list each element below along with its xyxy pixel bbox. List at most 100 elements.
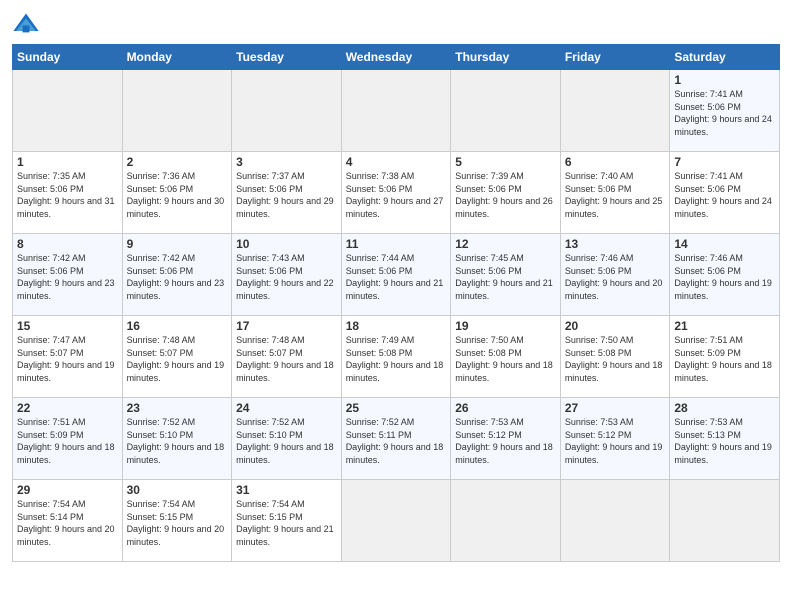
day-number: 16 xyxy=(127,319,228,333)
day-cell: 21 Sunrise: 7:51 AMSunset: 5:09 PMDaylig… xyxy=(670,316,780,398)
day-number: 13 xyxy=(565,237,666,251)
day-cell: 3 Sunrise: 7:37 AMSunset: 5:06 PMDayligh… xyxy=(232,152,342,234)
day-cell: 19 Sunrise: 7:50 AMSunset: 5:08 PMDaylig… xyxy=(451,316,561,398)
day-cell: 20 Sunrise: 7:50 AMSunset: 5:08 PMDaylig… xyxy=(560,316,670,398)
day-detail: Sunrise: 7:52 AMSunset: 5:11 PMDaylight:… xyxy=(346,416,447,466)
day-detail: Sunrise: 7:48 AMSunset: 5:07 PMDaylight:… xyxy=(236,334,337,384)
header-cell-monday: Monday xyxy=(122,45,232,70)
day-number: 25 xyxy=(346,401,447,415)
week-row-2: 8 Sunrise: 7:42 AMSunset: 5:06 PMDayligh… xyxy=(13,234,780,316)
day-number: 4 xyxy=(346,155,447,169)
day-cell: 16 Sunrise: 7:48 AMSunset: 5:07 PMDaylig… xyxy=(122,316,232,398)
day-cell xyxy=(560,480,670,562)
day-detail: Sunrise: 7:51 AMSunset: 5:09 PMDaylight:… xyxy=(17,416,118,466)
day-detail: Sunrise: 7:53 AMSunset: 5:13 PMDaylight:… xyxy=(674,416,775,466)
day-cell xyxy=(232,70,342,152)
day-cell: 27 Sunrise: 7:53 AMSunset: 5:12 PMDaylig… xyxy=(560,398,670,480)
day-detail: Sunrise: 7:54 AMSunset: 5:15 PMDaylight:… xyxy=(236,498,337,548)
header-cell-sunday: Sunday xyxy=(13,45,123,70)
logo xyxy=(12,10,42,38)
day-cell: 29 Sunrise: 7:54 AMSunset: 5:14 PMDaylig… xyxy=(13,480,123,562)
header-cell-thursday: Thursday xyxy=(451,45,561,70)
day-detail: Sunrise: 7:52 AMSunset: 5:10 PMDaylight:… xyxy=(236,416,337,466)
day-cell: 4 Sunrise: 7:38 AMSunset: 5:06 PMDayligh… xyxy=(341,152,451,234)
day-detail: Sunrise: 7:47 AMSunset: 5:07 PMDaylight:… xyxy=(17,334,118,384)
day-detail: Sunrise: 7:46 AMSunset: 5:06 PMDaylight:… xyxy=(674,252,775,302)
day-number: 9 xyxy=(127,237,228,251)
day-number: 15 xyxy=(17,319,118,333)
day-cell: 18 Sunrise: 7:49 AMSunset: 5:08 PMDaylig… xyxy=(341,316,451,398)
day-cell: 23 Sunrise: 7:52 AMSunset: 5:10 PMDaylig… xyxy=(122,398,232,480)
day-number: 1 xyxy=(17,155,118,169)
day-cell: 24 Sunrise: 7:52 AMSunset: 5:10 PMDaylig… xyxy=(232,398,342,480)
day-number: 22 xyxy=(17,401,118,415)
day-number: 19 xyxy=(455,319,556,333)
day-cell: 1 Sunrise: 7:41 AMSunset: 5:06 PMDayligh… xyxy=(670,70,780,152)
day-detail: Sunrise: 7:54 AMSunset: 5:15 PMDaylight:… xyxy=(127,498,228,548)
day-cell xyxy=(560,70,670,152)
day-number: 1 xyxy=(674,73,775,87)
day-cell: 12 Sunrise: 7:45 AMSunset: 5:06 PMDaylig… xyxy=(451,234,561,316)
day-detail: Sunrise: 7:40 AMSunset: 5:06 PMDaylight:… xyxy=(565,170,666,220)
day-number: 21 xyxy=(674,319,775,333)
day-detail: Sunrise: 7:53 AMSunset: 5:12 PMDaylight:… xyxy=(455,416,556,466)
day-detail: Sunrise: 7:41 AMSunset: 5:06 PMDaylight:… xyxy=(674,88,775,138)
day-number: 14 xyxy=(674,237,775,251)
calendar-container: SundayMondayTuesdayWednesdayThursdayFrid… xyxy=(0,0,792,612)
day-cell: 17 Sunrise: 7:48 AMSunset: 5:07 PMDaylig… xyxy=(232,316,342,398)
day-detail: Sunrise: 7:52 AMSunset: 5:10 PMDaylight:… xyxy=(127,416,228,466)
day-number: 11 xyxy=(346,237,447,251)
day-number: 6 xyxy=(565,155,666,169)
day-detail: Sunrise: 7:51 AMSunset: 5:09 PMDaylight:… xyxy=(674,334,775,384)
day-cell xyxy=(670,480,780,562)
day-detail: Sunrise: 7:42 AMSunset: 5:06 PMDaylight:… xyxy=(17,252,118,302)
day-cell xyxy=(451,480,561,562)
day-number: 12 xyxy=(455,237,556,251)
day-cell: 8 Sunrise: 7:42 AMSunset: 5:06 PMDayligh… xyxy=(13,234,123,316)
day-cell: 22 Sunrise: 7:51 AMSunset: 5:09 PMDaylig… xyxy=(13,398,123,480)
day-cell xyxy=(341,70,451,152)
day-number: 30 xyxy=(127,483,228,497)
week-row-4: 22 Sunrise: 7:51 AMSunset: 5:09 PMDaylig… xyxy=(13,398,780,480)
day-detail: Sunrise: 7:44 AMSunset: 5:06 PMDaylight:… xyxy=(346,252,447,302)
day-detail: Sunrise: 7:48 AMSunset: 5:07 PMDaylight:… xyxy=(127,334,228,384)
day-detail: Sunrise: 7:35 AMSunset: 5:06 PMDaylight:… xyxy=(17,170,118,220)
day-number: 27 xyxy=(565,401,666,415)
day-number: 10 xyxy=(236,237,337,251)
day-detail: Sunrise: 7:54 AMSunset: 5:14 PMDaylight:… xyxy=(17,498,118,548)
week-row-5: 29 Sunrise: 7:54 AMSunset: 5:14 PMDaylig… xyxy=(13,480,780,562)
day-detail: Sunrise: 7:36 AMSunset: 5:06 PMDaylight:… xyxy=(127,170,228,220)
day-cell: 11 Sunrise: 7:44 AMSunset: 5:06 PMDaylig… xyxy=(341,234,451,316)
day-number: 20 xyxy=(565,319,666,333)
day-cell: 5 Sunrise: 7:39 AMSunset: 5:06 PMDayligh… xyxy=(451,152,561,234)
day-cell: 31 Sunrise: 7:54 AMSunset: 5:15 PMDaylig… xyxy=(232,480,342,562)
day-cell xyxy=(341,480,451,562)
day-cell xyxy=(13,70,123,152)
day-number: 26 xyxy=(455,401,556,415)
header-row: SundayMondayTuesdayWednesdayThursdayFrid… xyxy=(13,45,780,70)
day-cell: 7 Sunrise: 7:41 AMSunset: 5:06 PMDayligh… xyxy=(670,152,780,234)
day-cell: 26 Sunrise: 7:53 AMSunset: 5:12 PMDaylig… xyxy=(451,398,561,480)
day-detail: Sunrise: 7:41 AMSunset: 5:06 PMDaylight:… xyxy=(674,170,775,220)
day-cell: 13 Sunrise: 7:46 AMSunset: 5:06 PMDaylig… xyxy=(560,234,670,316)
day-number: 2 xyxy=(127,155,228,169)
header-cell-wednesday: Wednesday xyxy=(341,45,451,70)
day-cell: 28 Sunrise: 7:53 AMSunset: 5:13 PMDaylig… xyxy=(670,398,780,480)
logo-icon xyxy=(12,10,40,38)
day-number: 5 xyxy=(455,155,556,169)
week-row-0: 1 Sunrise: 7:41 AMSunset: 5:06 PMDayligh… xyxy=(13,70,780,152)
day-number: 29 xyxy=(17,483,118,497)
day-detail: Sunrise: 7:42 AMSunset: 5:06 PMDaylight:… xyxy=(127,252,228,302)
day-cell: 30 Sunrise: 7:54 AMSunset: 5:15 PMDaylig… xyxy=(122,480,232,562)
day-detail: Sunrise: 7:53 AMSunset: 5:12 PMDaylight:… xyxy=(565,416,666,466)
day-number: 3 xyxy=(236,155,337,169)
day-number: 8 xyxy=(17,237,118,251)
day-cell: 10 Sunrise: 7:43 AMSunset: 5:06 PMDaylig… xyxy=(232,234,342,316)
day-detail: Sunrise: 7:46 AMSunset: 5:06 PMDaylight:… xyxy=(565,252,666,302)
day-number: 28 xyxy=(674,401,775,415)
day-cell: 25 Sunrise: 7:52 AMSunset: 5:11 PMDaylig… xyxy=(341,398,451,480)
day-cell: 15 Sunrise: 7:47 AMSunset: 5:07 PMDaylig… xyxy=(13,316,123,398)
day-detail: Sunrise: 7:39 AMSunset: 5:06 PMDaylight:… xyxy=(455,170,556,220)
day-number: 23 xyxy=(127,401,228,415)
header-cell-friday: Friday xyxy=(560,45,670,70)
